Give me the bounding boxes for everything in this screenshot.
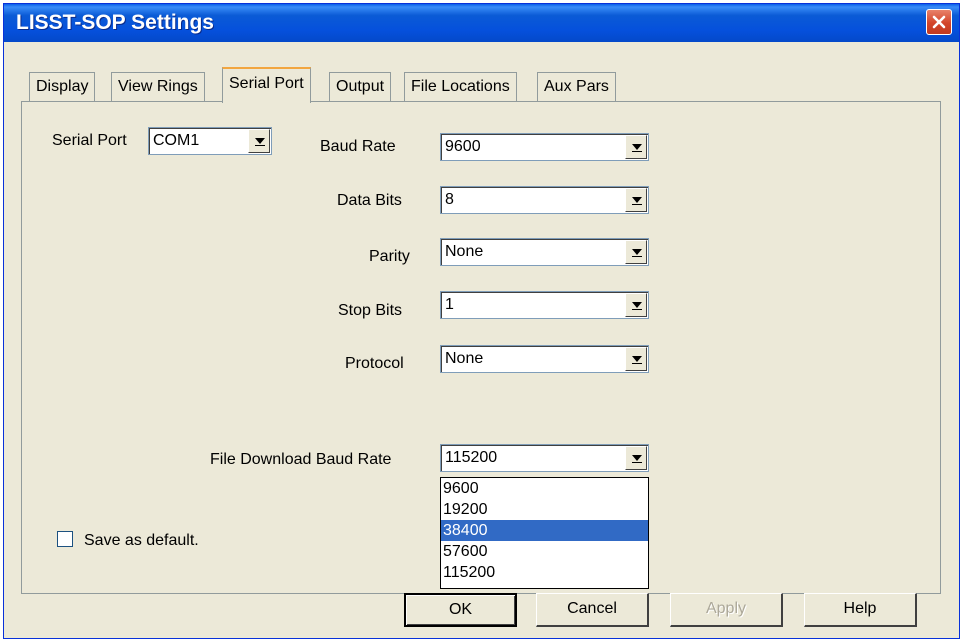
cancel-button[interactable]: Cancel: [536, 593, 649, 627]
chevron-down-icon[interactable]: [625, 293, 647, 317]
dropdown-option[interactable]: 57600: [441, 541, 648, 562]
chevron-down-icon[interactable]: [625, 446, 647, 470]
protocol-value: None: [445, 350, 484, 367]
close-button[interactable]: [926, 9, 952, 35]
file-download-baud-rate-value: 115200: [445, 449, 498, 466]
parity-label: Parity: [369, 248, 410, 265]
protocol-label: Protocol: [345, 355, 404, 372]
tab-serial-port[interactable]: Serial Port: [222, 67, 311, 103]
chevron-down-icon[interactable]: [625, 188, 647, 212]
baud-rate-label: Baud Rate: [320, 138, 396, 155]
tab-display[interactable]: Display: [29, 72, 96, 102]
window-title: LISST-SOP Settings: [16, 11, 214, 34]
apply-button[interactable]: Apply: [670, 593, 783, 627]
title-bar[interactable]: LISST-SOP Settings: [4, 4, 959, 42]
tab-file-locations[interactable]: File Locations: [404, 72, 517, 102]
stop-bits-value: 1: [445, 296, 454, 313]
stop-bits-label: Stop Bits: [338, 302, 403, 319]
save-default-label[interactable]: Save as default.: [84, 532, 199, 550]
dropdown-option-highlighted[interactable]: 38400: [441, 520, 648, 541]
data-bits-label: Data Bits: [337, 192, 402, 209]
serial-port-select[interactable]: COM1: [148, 127, 272, 155]
chevron-down-icon[interactable]: [625, 240, 647, 264]
baud-rate-select[interactable]: 9600: [440, 133, 649, 161]
help-button[interactable]: Help: [804, 593, 917, 627]
chevron-down-icon[interactable]: [248, 129, 270, 153]
chevron-down-icon[interactable]: [625, 347, 647, 371]
protocol-select[interactable]: None: [440, 345, 649, 373]
dropdown-option[interactable]: 115200: [441, 562, 648, 583]
tab-output[interactable]: Output: [329, 72, 392, 102]
stop-bits-select[interactable]: 1: [440, 291, 649, 319]
save-default-checkbox[interactable]: [57, 531, 73, 547]
dropdown-option[interactable]: 9600: [441, 478, 648, 499]
data-bits-value: 8: [445, 191, 454, 208]
tab-aux-pars[interactable]: Aux Pars: [537, 72, 616, 102]
data-bits-select[interactable]: 8: [440, 186, 649, 214]
file-download-baud-rate-label: File Download Baud Rate: [210, 451, 392, 468]
chevron-down-icon[interactable]: [625, 135, 647, 159]
file-download-baud-rate-select[interactable]: 115200: [440, 444, 649, 472]
serial-port-value: COM1: [153, 132, 200, 149]
ok-button[interactable]: OK: [404, 593, 517, 627]
parity-value: None: [445, 243, 484, 260]
baud-rate-dropdown-list[interactable]: 9600 19200 38400 57600 115200: [440, 477, 649, 589]
baud-rate-value: 9600: [445, 138, 481, 155]
close-icon: [932, 15, 946, 29]
serial-port-label: Serial Port: [52, 132, 127, 149]
dropdown-option[interactable]: 19200: [441, 499, 648, 520]
parity-select[interactable]: None: [440, 238, 649, 266]
tab-view-rings[interactable]: View Rings: [111, 72, 205, 102]
